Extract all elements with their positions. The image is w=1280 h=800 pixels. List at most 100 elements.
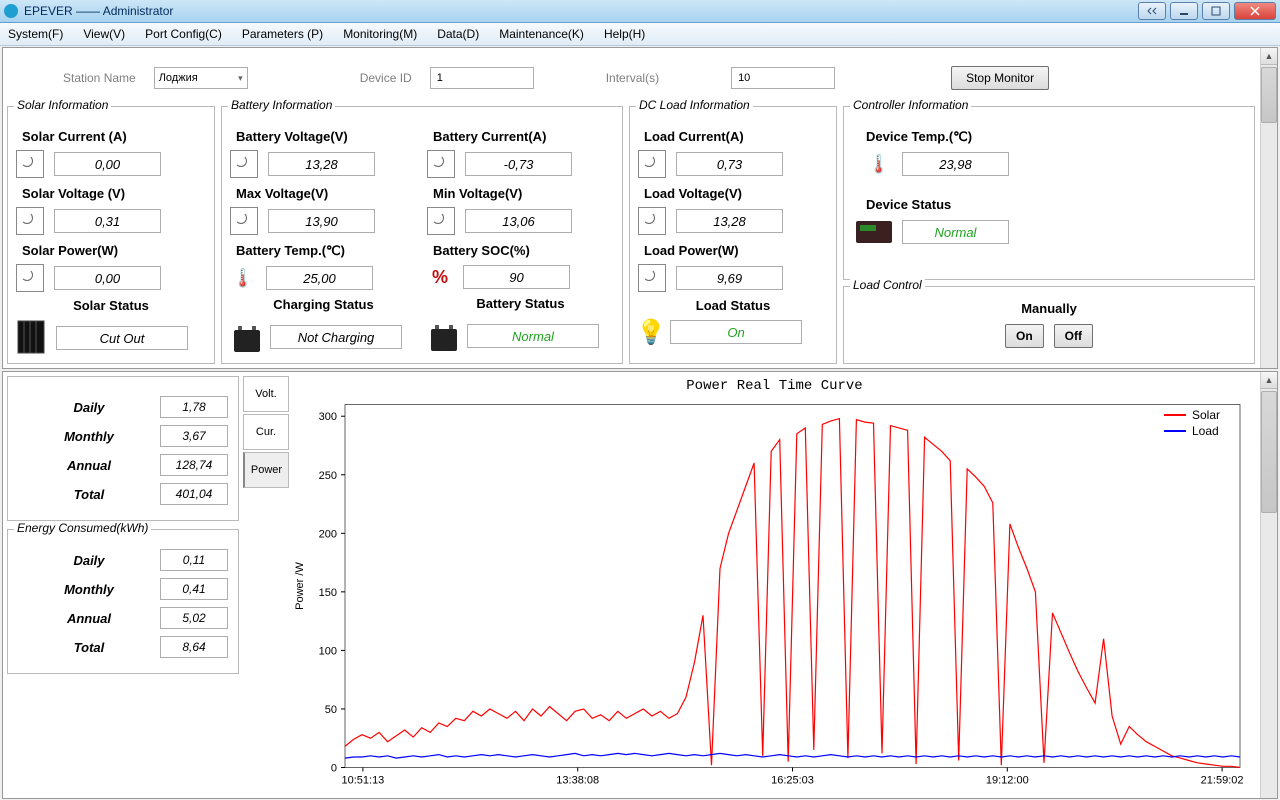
load-status-value: On <box>670 320 802 344</box>
station-name-combo[interactable]: Лоджия <box>154 67 248 89</box>
gauge-icon <box>638 150 666 178</box>
menu-parameters[interactable]: Parameters (P) <box>242 27 323 41</box>
scroll-thumb[interactable] <box>1261 391 1277 513</box>
con-total-label: Total <box>18 640 160 655</box>
gauge-icon <box>230 207 258 235</box>
load-on-button[interactable]: On <box>1005 324 1044 348</box>
close-button[interactable] <box>1234 2 1276 20</box>
scroll-up-icon[interactable]: ▲ <box>1261 372 1277 389</box>
scroll-up-icon[interactable]: ▲ <box>1261 48 1277 65</box>
deviceid-field[interactable]: 1 <box>430 67 534 89</box>
solar-current-label: Solar Current (A) <box>22 129 206 144</box>
svg-text:100: 100 <box>319 645 337 657</box>
upper-scrollbar[interactable]: ▲ <box>1260 48 1277 368</box>
lower-pane: Daily1,78 Monthly3,67 Annual128,74 Total… <box>2 371 1278 799</box>
thermometer-icon: 🌡️ <box>230 265 256 291</box>
thermometer-icon: 🌡️ <box>866 151 892 177</box>
battery-group-title: Battery Information <box>228 98 335 112</box>
menu-monitoring[interactable]: Monitoring(M) <box>343 27 417 41</box>
legend-label-solar: Solar <box>1192 408 1220 422</box>
menu-portconfig[interactable]: Port Config(C) <box>145 27 222 41</box>
svg-text:13:38:08: 13:38:08 <box>556 775 599 787</box>
menu-view[interactable]: View(V) <box>83 27 125 41</box>
svg-text:200: 200 <box>319 528 337 540</box>
charging-status-value: Not Charging <box>270 325 402 349</box>
solar-voltage-value: 0,31 <box>54 209 161 233</box>
solar-panel-icon <box>16 319 50 357</box>
con-annual-value: 5,02 <box>160 607 228 629</box>
app-icon <box>4 4 18 18</box>
device-temp-label: Device Temp.(℃) <box>866 129 1246 145</box>
battery-minv-label: Min Voltage(V) <box>433 186 614 201</box>
gauge-icon <box>638 207 666 235</box>
svg-text:300: 300 <box>319 411 337 423</box>
upper-pane: ▲ Station Name Лоджия Device ID 1 Interv… <box>2 47 1278 369</box>
menubar: System(F) View(V) Port Config(C) Paramet… <box>0 23 1280 46</box>
load-off-button[interactable]: Off <box>1054 324 1093 348</box>
load-power-value: 9,69 <box>676 266 783 290</box>
battery-voltage-value: 13,28 <box>268 152 375 176</box>
minimize-button[interactable] <box>1170 2 1198 20</box>
con-monthly-label: Monthly <box>18 582 160 597</box>
chart-title: Power Real Time Curve <box>289 378 1260 394</box>
lower-scrollbar[interactable]: ▲ <box>1260 372 1277 798</box>
gen-monthly-label: Monthly <box>18 429 160 444</box>
window-title: EPEVER —— Administrator <box>24 4 1138 18</box>
gen-total-label: Total <box>18 487 160 502</box>
load-voltage-label: Load Voltage(V) <box>644 186 828 201</box>
battery-soc-value: 90 <box>463 265 570 289</box>
solar-group-title: Solar Information <box>14 98 111 112</box>
controller-icon <box>856 221 892 243</box>
gauge-icon <box>16 207 44 235</box>
battery-soc-label: Battery SOC(%) <box>433 243 614 258</box>
solar-power-label: Solar Power(W) <box>22 243 206 258</box>
svg-text:10:51:13: 10:51:13 <box>341 775 384 787</box>
svg-text:21:59:02: 21:59:02 <box>1201 775 1244 787</box>
menu-help[interactable]: Help(H) <box>604 27 645 41</box>
charging-status-label: Charging Status <box>230 297 417 312</box>
svg-text:Power /W: Power /W <box>294 562 306 610</box>
gen-total-value: 401,04 <box>160 483 228 505</box>
svg-text:150: 150 <box>319 587 337 599</box>
gauge-icon <box>427 207 455 235</box>
gen-annual-value: 128,74 <box>160 454 228 476</box>
bulb-icon: 💡 <box>638 319 664 345</box>
device-temp-value: 23,98 <box>902 152 1009 176</box>
device-status-value: Normal <box>902 220 1009 244</box>
svg-text:16:25:03: 16:25:03 <box>771 775 814 787</box>
battery-minv-value: 13,06 <box>465 209 572 233</box>
svg-text:0: 0 <box>331 763 337 775</box>
con-annual-label: Annual <box>18 611 160 626</box>
menu-data[interactable]: Data(D) <box>437 27 479 41</box>
legend-swatch-load <box>1164 430 1186 432</box>
tab-cur[interactable]: Cur. <box>243 414 289 450</box>
power-chart: 050100150200250300Power /W10:51:1313:38:… <box>289 394 1260 796</box>
battery-current-label: Battery Current(A) <box>433 129 614 144</box>
con-daily-label: Daily <box>18 553 160 568</box>
menu-maintenance[interactable]: Maintenance(K) <box>499 27 584 41</box>
interval-label: Interval(s) <box>606 71 659 85</box>
tab-power[interactable]: Power <box>243 452 289 488</box>
energy-consumed-title: Energy Consumed(kWh) <box>14 521 151 535</box>
solar-voltage-label: Solar Voltage (V) <box>22 186 206 201</box>
gauge-icon <box>638 264 666 292</box>
gauge-icon <box>230 150 258 178</box>
menu-system[interactable]: System(F) <box>8 27 63 41</box>
battery-temp-label: Battery Temp.(℃) <box>236 243 417 259</box>
controller-group-title: Controller Information <box>850 98 971 112</box>
interval-field[interactable]: 10 <box>731 67 835 89</box>
prev-window-button[interactable] <box>1138 2 1166 20</box>
battery-maxv-value: 13,90 <box>268 209 375 233</box>
battery-status-value: Normal <box>467 324 599 348</box>
scroll-thumb[interactable] <box>1261 67 1277 123</box>
legend-label-load: Load <box>1192 424 1219 438</box>
maximize-button[interactable] <box>1202 2 1230 20</box>
solar-status-value: Cut Out <box>56 326 188 350</box>
dcload-group-title: DC Load Information <box>636 98 753 112</box>
percent-icon: % <box>427 264 453 290</box>
tab-volt[interactable]: Volt. <box>243 376 289 412</box>
con-monthly-value: 0,41 <box>160 578 228 600</box>
load-current-label: Load Current(A) <box>644 129 828 144</box>
gauge-icon <box>427 150 455 178</box>
stop-monitor-button[interactable]: Stop Monitor <box>951 66 1049 90</box>
